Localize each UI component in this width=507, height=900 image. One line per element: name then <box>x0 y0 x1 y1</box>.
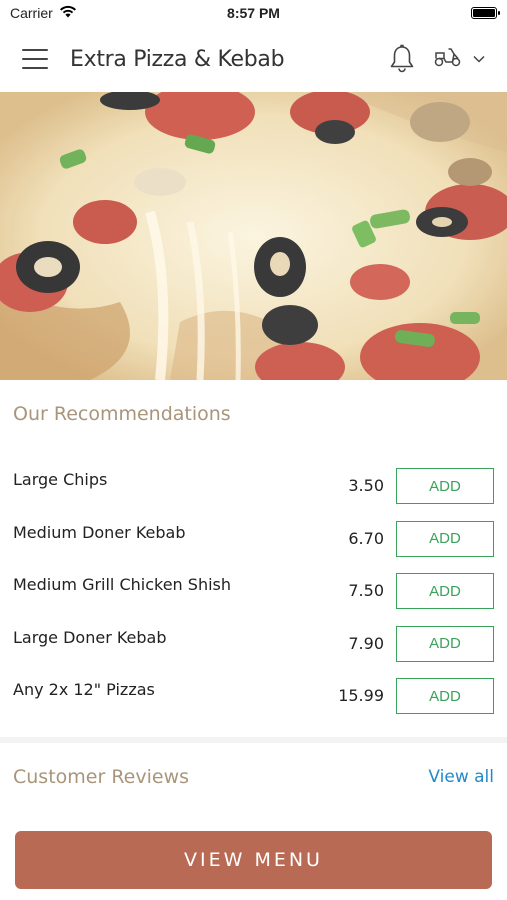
chevron-down-icon <box>473 50 485 68</box>
add-button[interactable]: ADD <box>396 573 494 609</box>
page-title: Extra Pizza & Kebab <box>70 46 285 72</box>
recommendations-list: Large Chips 3.50 ADD Medium Doner Kebab … <box>0 462 507 725</box>
item-name: Any 2x 12" Pizzas <box>13 680 155 699</box>
header-actions <box>389 44 485 74</box>
add-button[interactable]: ADD <box>396 468 494 504</box>
list-item: Medium Grill Chicken Shish 7.50 ADD <box>0 567 507 620</box>
item-name: Large Chips <box>13 470 108 489</box>
item-price: 6.70 <box>348 528 384 548</box>
list-item: Medium Doner Kebab 6.70 ADD <box>0 515 507 568</box>
item-name: Medium Grill Chicken Shish <box>13 575 231 594</box>
app-header: Extra Pizza & Kebab <box>0 26 507 92</box>
add-button[interactable]: ADD <box>396 678 494 714</box>
status-bar: Carrier 8:57 PM <box>0 0 507 26</box>
item-name: Large Doner Kebab <box>13 627 167 647</box>
item-price: 7.90 <box>348 633 384 653</box>
list-item: Large Chips 3.50 ADD <box>0 462 507 515</box>
recommendations-title: Our Recommendations <box>13 403 231 425</box>
view-menu-button[interactable]: VIEW MENU <box>15 831 492 889</box>
list-item: Large Doner Kebab 7.90 ADD <box>0 620 507 673</box>
list-item: Any 2x 12" Pizzas 15.99 ADD <box>0 672 507 725</box>
scooter-icon <box>433 45 463 74</box>
item-price: 7.50 <box>348 581 384 600</box>
item-price: 3.50 <box>348 476 384 495</box>
item-name: Medium Doner Kebab <box>13 522 186 542</box>
status-time: 8:57 PM <box>227 5 280 21</box>
hero-overlay <box>0 92 507 380</box>
item-price: 15.99 <box>338 686 384 705</box>
section-divider <box>0 737 507 743</box>
view-all-link[interactable]: View all <box>428 767 494 787</box>
add-button[interactable]: ADD <box>396 520 494 557</box>
bell-icon[interactable] <box>389 44 415 74</box>
menu-icon[interactable] <box>22 49 48 69</box>
add-button[interactable]: ADD <box>396 625 494 662</box>
battery-icon <box>471 7 500 19</box>
delivery-selector[interactable] <box>433 45 485 74</box>
hero-pizza-image <box>0 92 507 380</box>
reviews-title: Customer Reviews <box>13 766 190 788</box>
